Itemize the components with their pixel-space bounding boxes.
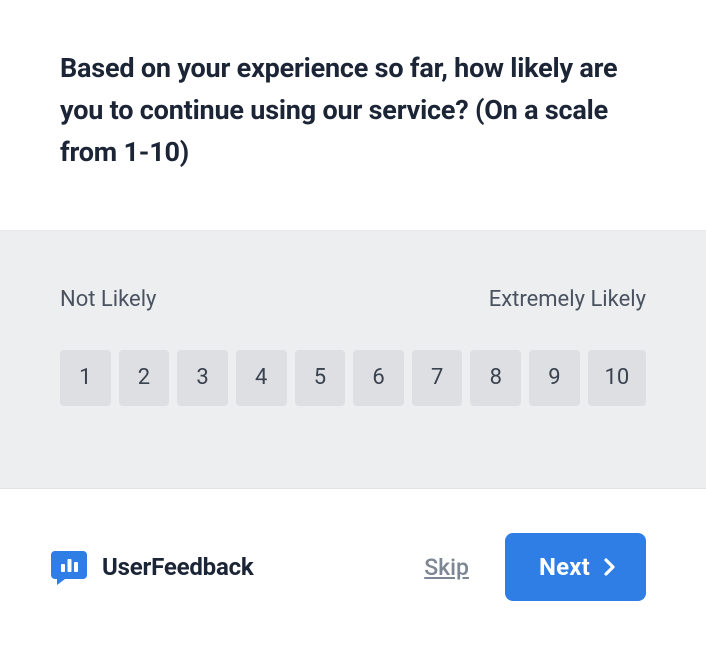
next-button-label: Next — [539, 553, 590, 581]
skip-button[interactable]: Skip — [424, 554, 469, 581]
scale-option-2[interactable]: 2 — [119, 350, 170, 406]
brand-name: UserFeedback — [102, 553, 254, 581]
scale-option-10[interactable]: 10 — [588, 350, 646, 406]
brand: UserFeedback — [48, 546, 254, 588]
scale-option-8[interactable]: 8 — [470, 350, 521, 406]
footer-actions: Skip Next — [424, 533, 646, 601]
scale-labels: Not Likely Extremely Likely — [60, 287, 646, 312]
scale-buttons: 1 2 3 4 5 6 7 8 9 10 — [60, 350, 646, 406]
scale-option-7[interactable]: 7 — [412, 350, 463, 406]
scale-option-5[interactable]: 5 — [295, 350, 346, 406]
scale-section: Not Likely Extremely Likely 1 2 3 4 5 6 … — [0, 231, 706, 489]
next-button[interactable]: Next — [505, 533, 646, 601]
survey-card: Based on your experience so far, how lik… — [0, 0, 706, 651]
chevron-right-icon — [604, 558, 616, 576]
footer-section: UserFeedback Skip Next — [0, 489, 706, 651]
scale-label-high: Extremely Likely — [489, 287, 646, 312]
scale-option-3[interactable]: 3 — [177, 350, 228, 406]
scale-option-6[interactable]: 6 — [353, 350, 404, 406]
question-section: Based on your experience so far, how lik… — [0, 0, 706, 231]
scale-option-9[interactable]: 9 — [529, 350, 580, 406]
brand-icon — [48, 546, 90, 588]
scale-option-4[interactable]: 4 — [236, 350, 287, 406]
question-text: Based on your experience so far, how lik… — [60, 48, 646, 174]
scale-label-low: Not Likely — [60, 287, 156, 312]
scale-option-1[interactable]: 1 — [60, 350, 111, 406]
